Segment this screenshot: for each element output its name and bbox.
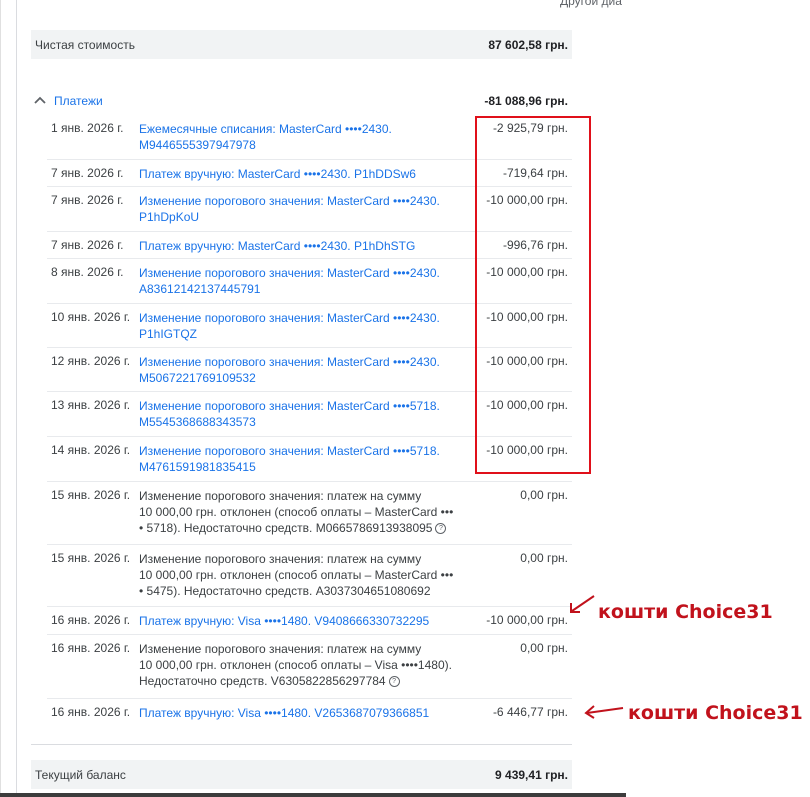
txn-date: 1 янв. 2026 г.	[51, 121, 124, 135]
payments-title[interactable]: Платежи	[54, 94, 103, 108]
bottom-edge	[0, 793, 626, 797]
chevron-up-icon[interactable]	[33, 93, 47, 107]
txn-date: 10 янв. 2026 г.	[51, 310, 131, 324]
balance-label: Текущий баланс	[35, 768, 126, 782]
txn-description: Изменение порогового значения: платеж на…	[139, 641, 474, 689]
arrow-icon	[570, 595, 595, 613]
net-value-label: Чистая стоимость	[35, 38, 135, 52]
txn-link[interactable]: Платеж вручную: Visa ••••1480. V26536870…	[139, 705, 474, 721]
txn-amount: 0,00 грн.	[520, 641, 568, 655]
txn-date: 12 янв. 2026 г.	[51, 354, 131, 368]
net-value-row: Чистая стоимость 87 602,58 грн.	[31, 30, 572, 59]
section-divider	[31, 744, 572, 745]
txn-date: 7 янв. 2026 г.	[51, 238, 124, 252]
txn-link[interactable]: Изменение порогового значения: MasterCar…	[139, 354, 474, 386]
help-circle-icon[interactable]: ?	[388, 676, 400, 688]
txn-link[interactable]: Изменение порогового значения: MasterCar…	[139, 310, 474, 342]
txn-link[interactable]: Изменение порогового значения: MasterCar…	[139, 398, 474, 430]
balance-row: Текущий баланс 9 439,41 грн.	[31, 760, 572, 789]
txn-date: 16 янв. 2026 г.	[51, 613, 131, 627]
txn-link[interactable]: Платеж вручную: MasterCard ••••2430. P1h…	[139, 238, 474, 254]
annotation-note: кошти Choice31	[598, 601, 773, 623]
table-row: 16 янв. 2026 г. Платеж вручную: Visa •••…	[47, 699, 572, 729]
annotation-note: кошти Choice31	[628, 702, 803, 724]
txn-link[interactable]: Платеж вручную: MasterCard ••••2430. P1h…	[139, 166, 474, 182]
table-row: 16 янв. 2026 г. Изменение порогового зна…	[47, 635, 572, 699]
panel-guide-line	[16, 0, 17, 793]
txn-date: 7 янв. 2026 г.	[51, 166, 124, 180]
balance-amount: 9 439,41 грн.	[495, 768, 568, 782]
txn-link[interactable]: Изменение порогового значения: MasterCar…	[139, 443, 474, 475]
txn-date: 16 янв. 2026 г.	[51, 705, 131, 719]
txn-date: 8 янв. 2026 г.	[51, 265, 124, 279]
net-value-amount: 87 602,58 грн.	[488, 38, 568, 52]
txn-amount: -6 446,77 грн.	[492, 705, 568, 719]
table-row: 15 янв. 2026 г. Изменение порогового зна…	[47, 545, 572, 607]
txn-link[interactable]: Платеж вручную: Visa ••••1480. V94086663…	[139, 613, 474, 629]
help-circle-icon[interactable]: ?	[435, 523, 447, 535]
txn-amount: -10 000,00 грн.	[486, 613, 568, 627]
right-margin	[626, 0, 810, 797]
txn-amount: 0,00 грн.	[520, 551, 568, 565]
txn-link[interactable]: Изменение порогового значения: MasterCar…	[139, 193, 474, 225]
txn-description: Изменение порогового значения: платеж на…	[139, 552, 454, 598]
txn-description: Изменение порогового значения: платеж на…	[139, 488, 474, 536]
txn-description-text: Изменение порогового значения: платеж на…	[139, 642, 452, 688]
table-row: 15 янв. 2026 г. Изменение порогового зна…	[47, 482, 572, 545]
highlight-box	[475, 116, 591, 474]
txn-amount: 0,00 грн.	[520, 488, 568, 502]
txn-date: 15 янв. 2026 г.	[51, 551, 131, 565]
txn-link[interactable]: Ежемесячные списания: MasterCard ••••243…	[139, 121, 474, 153]
txn-date: 15 янв. 2026 г.	[51, 488, 131, 502]
payments-section-header[interactable]: Платежи -81 088,96 грн.	[31, 91, 572, 113]
txn-link[interactable]: Изменение порогового значения: MasterCar…	[139, 265, 474, 297]
txn-description-text: Изменение порогового значения: платеж на…	[139, 489, 454, 535]
txn-date: 16 янв. 2026 г.	[51, 641, 131, 655]
txn-date: 13 янв. 2026 г.	[51, 398, 131, 412]
txn-date: 7 янв. 2026 г.	[51, 193, 124, 207]
table-row: 16 янв. 2026 г. Платеж вручную: Visa •••…	[47, 607, 572, 635]
payments-total: -81 088,96 грн.	[484, 94, 568, 108]
txn-date: 14 янв. 2026 г.	[51, 443, 131, 457]
arrow-icon	[584, 705, 624, 719]
header-right-label[interactable]: Другой диа	[560, 0, 626, 8]
